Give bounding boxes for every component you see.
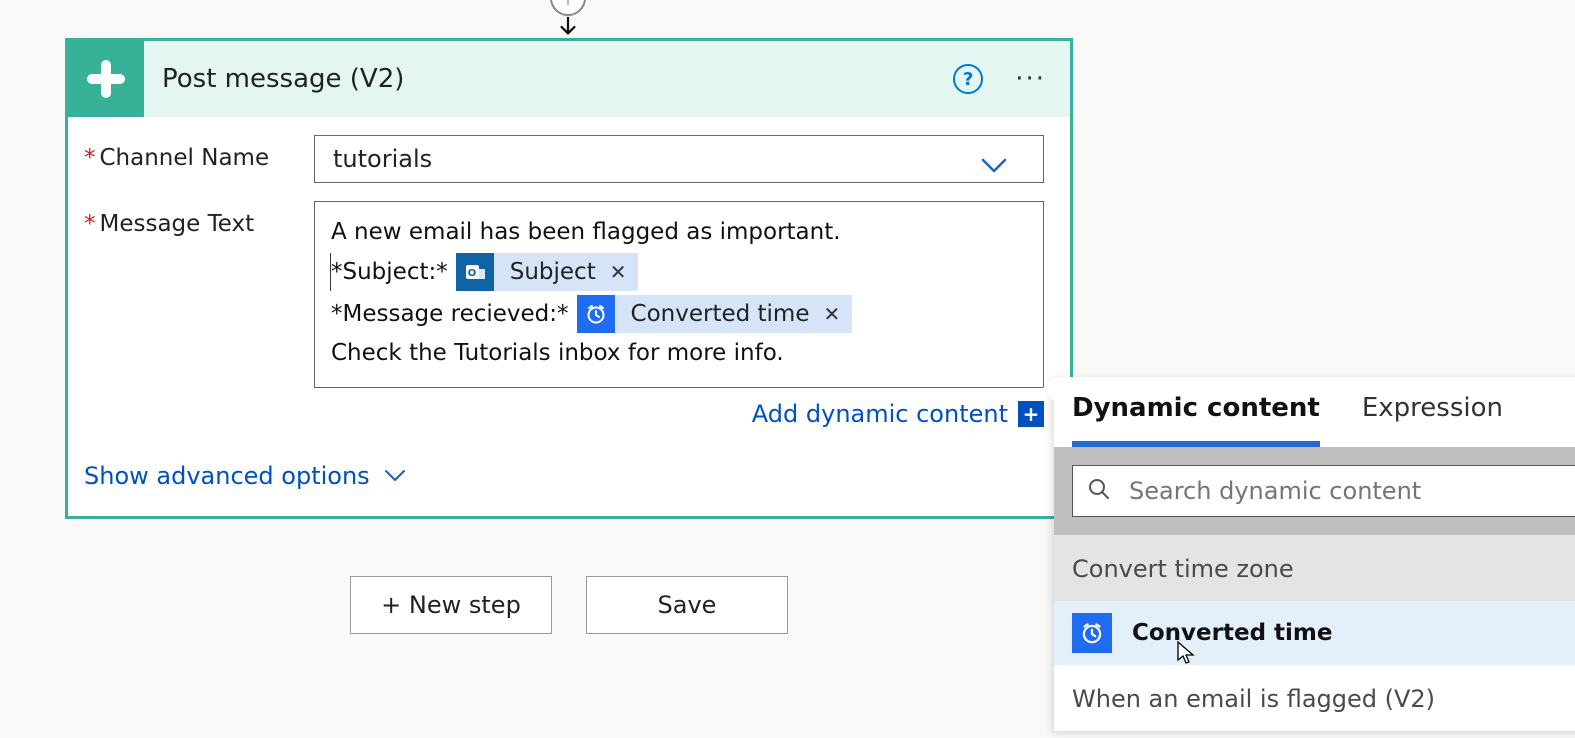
add-dynamic-content-link[interactable]: Add dynamic content	[752, 400, 1008, 428]
editor-line: Check the Tutorials inbox for more info.	[331, 337, 1027, 370]
add-dynamic-content-plus-icon[interactable]: +	[1018, 401, 1044, 427]
token-label: Converted time	[615, 298, 820, 331]
flow-connector: +	[547, 0, 589, 38]
slack-icon	[68, 41, 144, 117]
field-message-text: *Message Text A new email has been flagg…	[84, 201, 1044, 428]
editor-line: *Subject:* O Subject ✕	[330, 253, 1027, 291]
editor-line: *Message recieved:* Converted time ✕	[331, 295, 1027, 333]
add-dynamic-content-row: Add dynamic content +	[314, 400, 1044, 428]
dc-item-converted-time[interactable]: Converted time	[1054, 601, 1575, 665]
token-remove-icon[interactable]: ✕	[819, 300, 852, 329]
card-header[interactable]: Post message (V2) ? ···	[68, 41, 1070, 117]
card-body: *Channel Name tutorials *Message Text A …	[68, 117, 1070, 516]
tab-dynamic-content[interactable]: Dynamic content	[1072, 381, 1320, 447]
card-title: Post message (V2)	[162, 64, 953, 94]
flow-buttons: + New step Save	[350, 576, 788, 634]
show-advanced-options[interactable]: Show advanced options	[84, 462, 406, 490]
search-icon	[1087, 477, 1111, 505]
clock-icon	[1072, 613, 1112, 653]
channel-name-value: tutorials	[333, 145, 432, 173]
dc-tabs: Dynamic content Expression	[1054, 377, 1575, 447]
channel-name-label: *Channel Name	[84, 135, 314, 183]
clock-icon	[577, 295, 615, 333]
chevron-down-icon	[384, 469, 406, 483]
token-label: Subject	[494, 256, 606, 289]
token-remove-icon[interactable]: ✕	[606, 258, 639, 287]
panel-notch-icon	[1042, 377, 1054, 401]
help-icon[interactable]: ?	[953, 64, 983, 94]
svg-text:O: O	[467, 268, 476, 279]
tab-expression[interactable]: Expression	[1362, 381, 1503, 447]
token-converted-time[interactable]: Converted time ✕	[577, 295, 853, 333]
message-text-label: *Message Text	[84, 201, 314, 428]
message-text-editor[interactable]: A new email has been flagged as importan…	[314, 201, 1044, 388]
channel-name-select[interactable]: tutorials	[314, 135, 1044, 183]
dc-search-bar	[1054, 447, 1575, 535]
chevron-down-icon	[981, 152, 1007, 180]
action-card: Post message (V2) ? ··· *Channel Name tu…	[65, 38, 1073, 519]
dc-item-label: Converted time	[1132, 620, 1333, 646]
add-node-circle-icon[interactable]: +	[550, 0, 586, 16]
dc-section-header: Convert time zone	[1054, 535, 1575, 601]
field-channel-name: *Channel Name tutorials	[84, 135, 1044, 183]
new-step-button[interactable]: + New step	[350, 576, 552, 634]
more-icon[interactable]: ···	[1009, 60, 1052, 98]
dc-search-box[interactable]	[1072, 465, 1575, 517]
search-input[interactable]	[1129, 477, 1561, 505]
dc-section-header: When an email is flagged (V2)	[1054, 665, 1575, 731]
save-button[interactable]: Save	[586, 576, 788, 634]
editor-line: A new email has been flagged as importan…	[331, 216, 1027, 249]
token-subject[interactable]: O Subject ✕	[456, 253, 639, 291]
outlook-icon: O	[456, 253, 494, 291]
dynamic-content-panel: Dynamic content Expression Convert time …	[1054, 377, 1575, 731]
